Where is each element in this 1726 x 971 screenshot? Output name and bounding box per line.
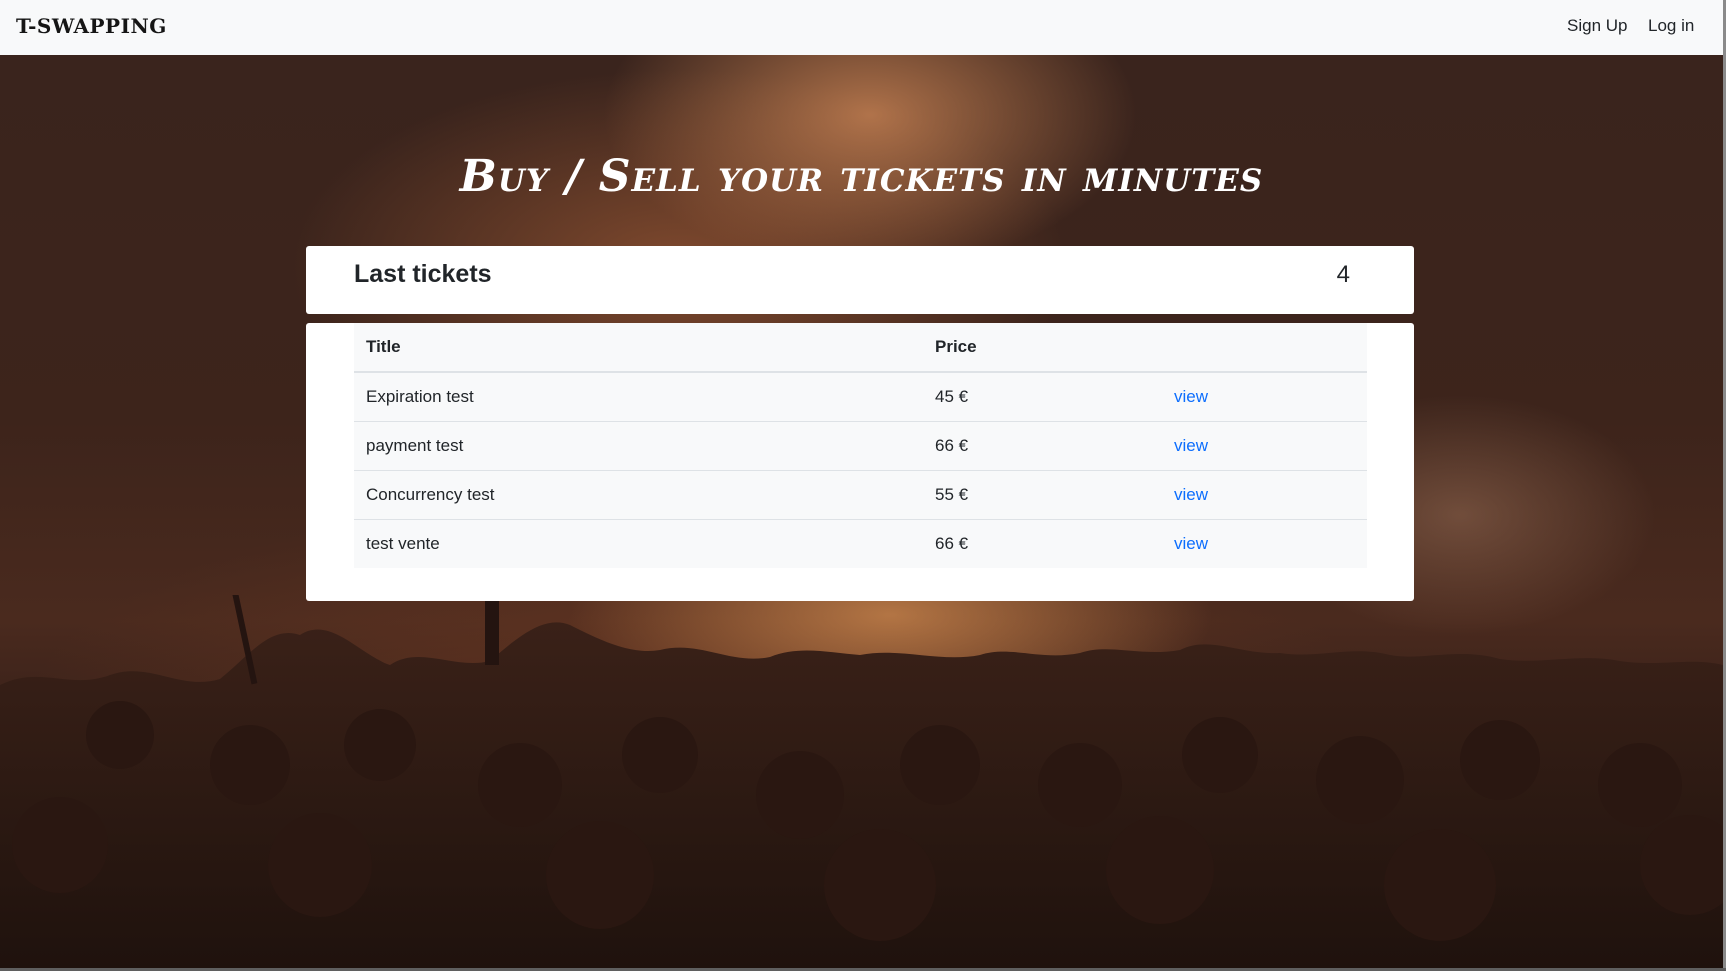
table-row: Concurrency test 55 € view — [354, 470, 1367, 520]
tickets-card: Title Price Expiration test 45 € view pa… — [306, 323, 1414, 601]
column-header-title: Title — [354, 323, 923, 373]
last-tickets-header: Last tickets 4 — [306, 246, 1414, 314]
tickets-count: 4 — [1336, 261, 1350, 288]
table-row: Expiration test 45 € view — [354, 372, 1367, 422]
concert-crowd-silhouette — [0, 595, 1723, 968]
hero-title: Buy / Sell your tickets in minutes — [459, 151, 1264, 202]
column-header-action — [1162, 323, 1367, 373]
ticket-title: test vente — [366, 534, 440, 553]
view-ticket-link[interactable]: view — [1174, 387, 1208, 406]
browser-viewport: T-SWAPPING Sign Up Log in Buy / Sell you… — [0, 0, 1726, 968]
column-header-price: Price — [923, 323, 1162, 373]
navbar: T-SWAPPING Sign Up Log in — [0, 0, 1723, 55]
brand-logo[interactable]: T-SWAPPING — [16, 14, 167, 38]
view-ticket-link[interactable]: view — [1174, 436, 1208, 455]
ticket-title: Concurrency test — [354, 470, 923, 520]
ticket-price: 66 € — [923, 421, 1162, 471]
ticket-price: 66 € — [935, 534, 969, 553]
ticket-title: Expiration test — [354, 372, 923, 422]
view-ticket-link[interactable]: view — [1174, 534, 1208, 553]
ticket-price: 45 € — [923, 372, 1162, 422]
ticket-title: payment test — [354, 421, 923, 471]
log-in-link[interactable]: Log in — [1648, 16, 1694, 36]
table-header-row: Title Price — [354, 323, 1367, 373]
sign-up-link[interactable]: Sign Up — [1567, 16, 1627, 36]
table-row: test vente 66 € view — [354, 520, 1367, 569]
tickets-table: Title Price Expiration test 45 € view pa… — [354, 323, 1367, 568]
last-tickets-title: Last tickets — [354, 260, 492, 288]
ticket-price: 55 € — [923, 470, 1162, 520]
view-ticket-link[interactable]: view — [1174, 485, 1208, 504]
table-row: payment test 66 € view — [354, 421, 1367, 471]
